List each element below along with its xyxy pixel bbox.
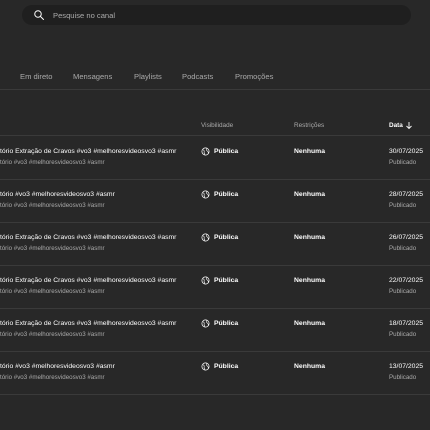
video-title[interactable]: tório #vo3 #melhoresvideosvo3 #asmr bbox=[0, 363, 115, 370]
video-title[interactable]: tório Extração de Cravos #vo3 #melhoresv… bbox=[0, 148, 176, 155]
visibility-value[interactable]: Pública bbox=[214, 148, 238, 155]
restrictions-value: Nenhuma bbox=[294, 191, 325, 198]
content-tabs: Em direto Mensagens Playlists Podcasts P… bbox=[0, 64, 430, 90]
tab-podcasts[interactable]: Podcasts bbox=[182, 72, 213, 81]
tab-live[interactable]: Em direto bbox=[20, 72, 53, 81]
table-row[interactable]: tório Extração de Cravos #vo3 #melhoresv… bbox=[0, 223, 430, 266]
table-row[interactable]: tório #vo3 #melhoresvideosvo3 #asmr tóri… bbox=[0, 352, 430, 395]
publish-status: Publicado bbox=[389, 159, 417, 166]
video-description: tório #vo3 #melhoresvideosvo3 #asmr bbox=[0, 202, 105, 209]
globe-icon bbox=[201, 190, 210, 199]
tab-posts[interactable]: Mensagens bbox=[73, 72, 112, 81]
column-header-date[interactable]: Data bbox=[389, 122, 403, 129]
publish-status: Publicado bbox=[389, 202, 417, 209]
publish-status: Publicado bbox=[389, 288, 417, 295]
search-icon[interactable] bbox=[33, 9, 45, 21]
globe-icon bbox=[201, 319, 210, 328]
video-title[interactable]: tório Extração de Cravos #vo3 #melhoresv… bbox=[0, 277, 176, 284]
visibility-value[interactable]: Pública bbox=[214, 320, 238, 327]
globe-icon bbox=[201, 362, 210, 371]
table-row[interactable]: tório Extração de Cravos #vo3 #melhoresv… bbox=[0, 137, 430, 180]
publish-status: Publicado bbox=[389, 245, 417, 252]
video-description: tório #vo3 #melhoresvideosvo3 #asmr bbox=[0, 331, 105, 338]
table-row[interactable]: tório Extração de Cravos #vo3 #melhoresv… bbox=[0, 309, 430, 352]
tab-promotions[interactable]: Promoções bbox=[235, 72, 273, 81]
visibility-value[interactable]: Pública bbox=[214, 191, 238, 198]
globe-icon bbox=[201, 233, 210, 242]
publish-status: Publicado bbox=[389, 374, 417, 381]
publish-date: 30/07/2025 bbox=[389, 148, 424, 155]
globe-icon bbox=[201, 276, 210, 285]
publish-date: 28/07/2025 bbox=[389, 191, 424, 198]
restrictions-value: Nenhuma bbox=[294, 363, 325, 370]
channel-search-bar[interactable]: Pesquise no canal bbox=[22, 5, 411, 25]
restrictions-value: Nenhuma bbox=[294, 320, 325, 327]
publish-status: Publicado bbox=[389, 331, 417, 338]
visibility-value[interactable]: Pública bbox=[214, 234, 238, 241]
video-description: tório #vo3 #melhoresvideosvo3 #asmr bbox=[0, 288, 105, 295]
restrictions-value: Nenhuma bbox=[294, 277, 325, 284]
column-header-restrictions[interactable]: Restrições bbox=[294, 122, 324, 129]
publish-date: 22/07/2025 bbox=[389, 277, 424, 284]
globe-icon bbox=[201, 147, 210, 156]
tab-playlists[interactable]: Playlists bbox=[134, 72, 162, 81]
restrictions-value: Nenhuma bbox=[294, 148, 325, 155]
publish-date: 26/07/2025 bbox=[389, 234, 424, 241]
restrictions-value: Nenhuma bbox=[294, 234, 325, 241]
video-description: tório #vo3 #melhoresvideosvo3 #asmr bbox=[0, 159, 105, 166]
visibility-value[interactable]: Pública bbox=[214, 277, 238, 284]
table-header: Visibilidade Restrições Data bbox=[0, 116, 430, 136]
publish-date: 18/07/2025 bbox=[389, 320, 424, 327]
table-row[interactable]: tório #vo3 #melhoresvideosvo3 #asmr tóri… bbox=[0, 180, 430, 223]
video-title[interactable]: tório Extração de Cravos #vo3 #melhoresv… bbox=[0, 320, 176, 327]
table-row[interactable]: tório Extração de Cravos #vo3 #melhoresv… bbox=[0, 266, 430, 309]
publish-date: 13/07/2025 bbox=[389, 363, 424, 370]
video-title[interactable]: tório #vo3 #melhoresvideosvo3 #asmr bbox=[0, 191, 115, 198]
top-bar: Pesquise no canal bbox=[0, 0, 430, 30]
video-description: tório #vo3 #melhoresvideosvo3 #asmr bbox=[0, 374, 105, 381]
column-header-visibility[interactable]: Visibilidade bbox=[201, 122, 233, 129]
search-input[interactable]: Pesquise no canal bbox=[53, 11, 115, 20]
video-title[interactable]: tório Extração de Cravos #vo3 #melhoresv… bbox=[0, 234, 176, 241]
video-description: tório #vo3 #melhoresvideosvo3 #asmr bbox=[0, 245, 105, 252]
arrow-down-icon[interactable] bbox=[405, 121, 413, 130]
visibility-value[interactable]: Pública bbox=[214, 363, 238, 370]
